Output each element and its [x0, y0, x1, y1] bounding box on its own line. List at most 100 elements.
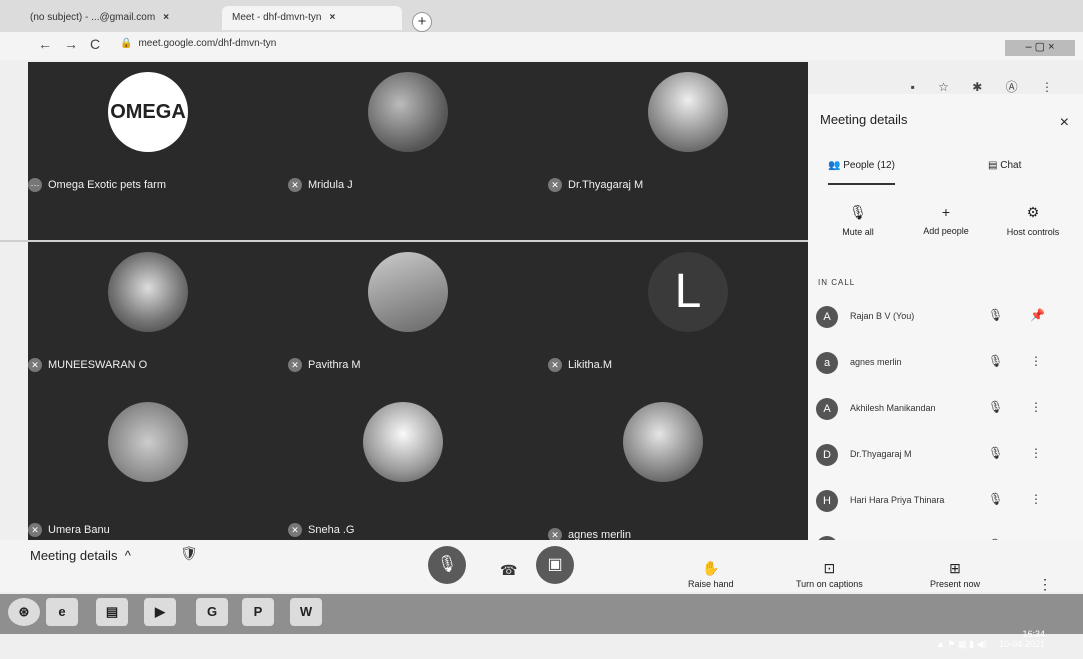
people-actions: 🎙 Mute all + Add people ⚙ Host controls [818, 204, 1073, 254]
participant-avatar [623, 402, 703, 482]
participant-tile[interactable]: OMEGA ⋯ Omega Exotic pets farm [28, 62, 268, 212]
new-tab-button[interactable]: + [412, 12, 432, 32]
clock[interactable]: 16:34 10-04-2021 [999, 629, 1045, 650]
browser-tab-meet[interactable]: Meet - dhf-dmvn-tyn × [222, 6, 402, 30]
captions-button[interactable]: ⊡ Turn on captions [796, 560, 863, 589]
participant-tile[interactable]: ✕ MUNEESWARAN O [28, 242, 268, 392]
more-options-icon[interactable]: ⋮ [1030, 446, 1042, 460]
participant-name: ✕ Mridula J [288, 178, 353, 192]
tab-title: Meet - dhf-dmvn-tyn [232, 12, 322, 23]
in-call-heading: IN CALL [818, 278, 856, 287]
person-row[interactable]: A Akhilesh Manikandan 🎙 ⋮ [816, 394, 1071, 430]
address-field[interactable]: 🔒 meet.google.com/dhf-dmvn-tyn [120, 38, 276, 49]
mic-off-icon[interactable]: 🎙 [988, 400, 1003, 414]
mic-off-icon: 🎙 [849, 204, 867, 220]
more-options-icon[interactable]: ⋮ [1030, 400, 1042, 414]
reload-icon[interactable]: C [90, 36, 100, 52]
mic-off-icon: ✕ [288, 523, 302, 537]
participant-avatar [368, 252, 448, 332]
person-name: Rajan B V (You) [850, 311, 915, 321]
raise-hand-button[interactable]: ✋ Raise hand [688, 560, 734, 589]
participant-avatar [108, 402, 188, 482]
participant-tile[interactable]: ✕ Dr.Thyagaraj M [548, 62, 788, 212]
explorer-icon[interactable]: ▤ [96, 598, 128, 626]
add-people-button[interactable]: + Add people [906, 204, 986, 236]
mic-off-icon[interactable]: 🎙 [988, 354, 1003, 368]
tab-people[interactable]: 👥 People (12) [828, 160, 895, 185]
window-controls[interactable]: – ▢ × [1005, 40, 1075, 56]
avatar: A [816, 306, 838, 328]
person-row[interactable]: H Hari Hara Priya Thinara 🎙 ⋮ [816, 486, 1071, 522]
person-row[interactable]: a agnes merlin 🎙 ⋮ [816, 348, 1071, 384]
ie-icon[interactable]: e [46, 598, 78, 626]
participant-tile[interactable]: ✕ Pavithra M [288, 242, 528, 392]
more-options-icon[interactable]: ⋮ [1030, 492, 1042, 506]
back-icon[interactable]: ← [38, 36, 52, 52]
host-controls-icon: ⚙ [1026, 204, 1040, 220]
chevron-up-icon: ^ [124, 548, 131, 563]
participant-avatar [368, 72, 448, 152]
mic-off-icon: ✕ [28, 358, 42, 372]
add-person-icon: + [941, 204, 951, 220]
participant-avatar: L [648, 252, 728, 332]
chrome-icon[interactable]: G [196, 598, 228, 626]
word-icon[interactable]: W [290, 598, 322, 626]
browser-tab-mail[interactable]: (no subject) - ...@gmail.com × [20, 6, 220, 30]
mic-toggle-button[interactable]: 🎙 [428, 546, 466, 584]
participant-tile[interactable]: ✕ Mridula J [288, 62, 528, 212]
participant-tile[interactable]: ✕ Umera Banu [28, 392, 268, 542]
mic-off-icon: ✕ [288, 358, 302, 372]
host-controls-button[interactable]: ⚙ Host controls [993, 204, 1073, 237]
mic-off-icon: ✕ [28, 523, 42, 537]
participant-tile[interactable]: ✕ agnes merlin [548, 392, 788, 542]
mic-off-icon[interactable]: 🎙 [988, 308, 1003, 322]
close-icon[interactable]: × [1060, 114, 1069, 132]
more-options-icon[interactable]: ⋮ [1030, 354, 1042, 368]
system-tray: ▲ ⚑ ▦ ▮ ◀) 16:34 10-04-2021 [936, 629, 1045, 650]
extension-icons[interactable]: ▪ ☆ ✱ Ⓐ ⋮ [911, 78, 1063, 95]
more-options-icon[interactable]: ⋮ [1038, 576, 1052, 593]
mic-off-icon[interactable]: 🎙 [988, 446, 1003, 460]
participant-avatar [648, 72, 728, 152]
participant-tile[interactable]: ✕ Sneha .G [288, 392, 528, 542]
participant-avatar [108, 252, 188, 332]
powerpoint-icon[interactable]: P [242, 598, 274, 626]
panel-title: Meeting details [820, 112, 908, 127]
avatar: A [816, 398, 838, 420]
leave-call-button[interactable]: ☎ [500, 562, 517, 579]
lock-icon: 🔒 [120, 38, 133, 49]
person-row[interactable]: D Dr.Thyagaraj M 🎙 ⋮ [816, 440, 1071, 476]
mute-all-button[interactable]: 🎙 Mute all [818, 204, 898, 237]
participant-name: ✕ Umera Banu [28, 523, 110, 537]
meeting-details-button[interactable]: Meeting details ^ [30, 548, 131, 563]
avatar: D [816, 444, 838, 466]
participant-avatar [363, 402, 443, 482]
person-name: Akhilesh Manikandan [850, 403, 936, 413]
participant-name: ✕ Pavithra M [288, 358, 361, 372]
participant-name: ✕ Sneha .G [288, 523, 354, 537]
participant-name: ✕ Dr.Thyagaraj M [548, 178, 643, 192]
tray-icons[interactable]: ▲ ⚑ ▦ ▮ ◀) [936, 639, 986, 649]
person-name: agnes merlin [850, 357, 902, 367]
person-name: Dr.Thyagaraj M [850, 449, 912, 459]
media-player-icon[interactable]: ▶ [144, 598, 176, 626]
camera-toggle-button[interactable]: ▣ [536, 546, 574, 584]
tab-close-icon[interactable]: × [329, 12, 335, 23]
people-icon: 👥 [828, 160, 844, 171]
meeting-details-panel: Meeting details × 👥 People (12) ▤ Chat 🎙… [808, 94, 1083, 564]
hand-icon: ✋ [702, 560, 720, 576]
person-row[interactable]: A Rajan B V (You) 🎙 📌 [816, 302, 1071, 338]
start-icon[interactable]: ⊛ [8, 598, 40, 626]
mic-off-icon[interactable]: 🎙 [988, 492, 1003, 506]
present-now-button[interactable]: ⊞ Present now [930, 560, 980, 589]
tab-close-icon[interactable]: × [163, 12, 169, 23]
mic-off-icon: ✕ [288, 178, 302, 192]
participant-tile[interactable]: L ✕ Likitha.M [548, 242, 788, 392]
shield-icon[interactable]: 🛡 [180, 545, 198, 562]
avatar: a [816, 352, 838, 374]
forward-icon[interactable]: → [64, 36, 78, 52]
participant-name: ✕ MUNEESWARAN O [28, 358, 147, 372]
url-text: meet.google.com/dhf-dmvn-tyn [138, 38, 277, 49]
tab-chat[interactable]: ▤ Chat [988, 160, 1021, 171]
pin-icon[interactable]: 📌 [1030, 308, 1045, 322]
